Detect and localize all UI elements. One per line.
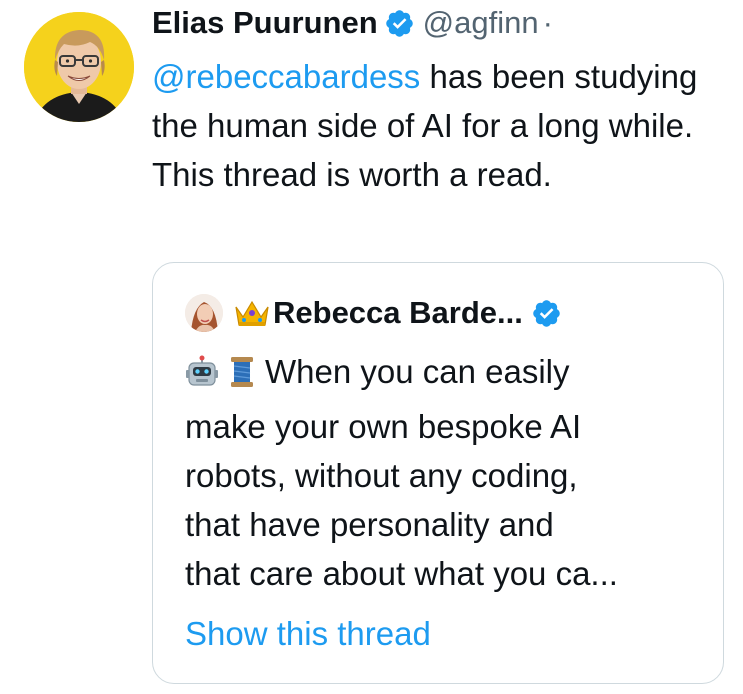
quoted-tweet-card[interactable]: Rebecca Barde... When you can easily mak… (152, 262, 724, 684)
header-separator: · (542, 5, 553, 40)
quoted-tweet-header: Rebecca Barde... (185, 293, 562, 333)
spool-emoji-icon (225, 353, 259, 402)
tweet[interactable]: Elias Puurunen @agfinn · @rebeccabardess… (0, 0, 743, 694)
crown-emoji-icon (233, 297, 271, 329)
author-name[interactable]: Elias Puurunen (152, 5, 378, 41)
verified-badge-icon[interactable] (531, 298, 562, 329)
show-thread-link[interactable]: Show this thread (185, 609, 431, 658)
quoted-author-avatar[interactable] (185, 294, 223, 332)
quoted-text-line: When you can easily (185, 347, 705, 402)
quoted-text-line-4: that have personality and (185, 506, 554, 543)
author-handle[interactable]: @agfinn (423, 5, 539, 41)
mention-link[interactable]: @rebeccabardess (152, 58, 420, 95)
tweet-text: @rebeccabardess has been studying the hu… (152, 52, 732, 199)
quoted-text-line-3: robots, without any coding, (185, 457, 578, 494)
author-avatar[interactable] (24, 12, 134, 122)
quoted-text-line-2: make your own bespoke AI (185, 408, 582, 445)
quoted-text-line-5: that care about what you ca... (185, 555, 618, 592)
verified-badge-icon[interactable] (384, 8, 415, 39)
tweet-header: Elias Puurunen @agfinn · (152, 0, 553, 46)
robot-emoji-icon (185, 353, 219, 402)
quoted-tweet-text: When you can easily make your own bespok… (185, 347, 705, 598)
quoted-author-name[interactable]: Rebecca Barde... (273, 295, 523, 331)
quoted-text-line-1: When you can easily (265, 353, 570, 390)
